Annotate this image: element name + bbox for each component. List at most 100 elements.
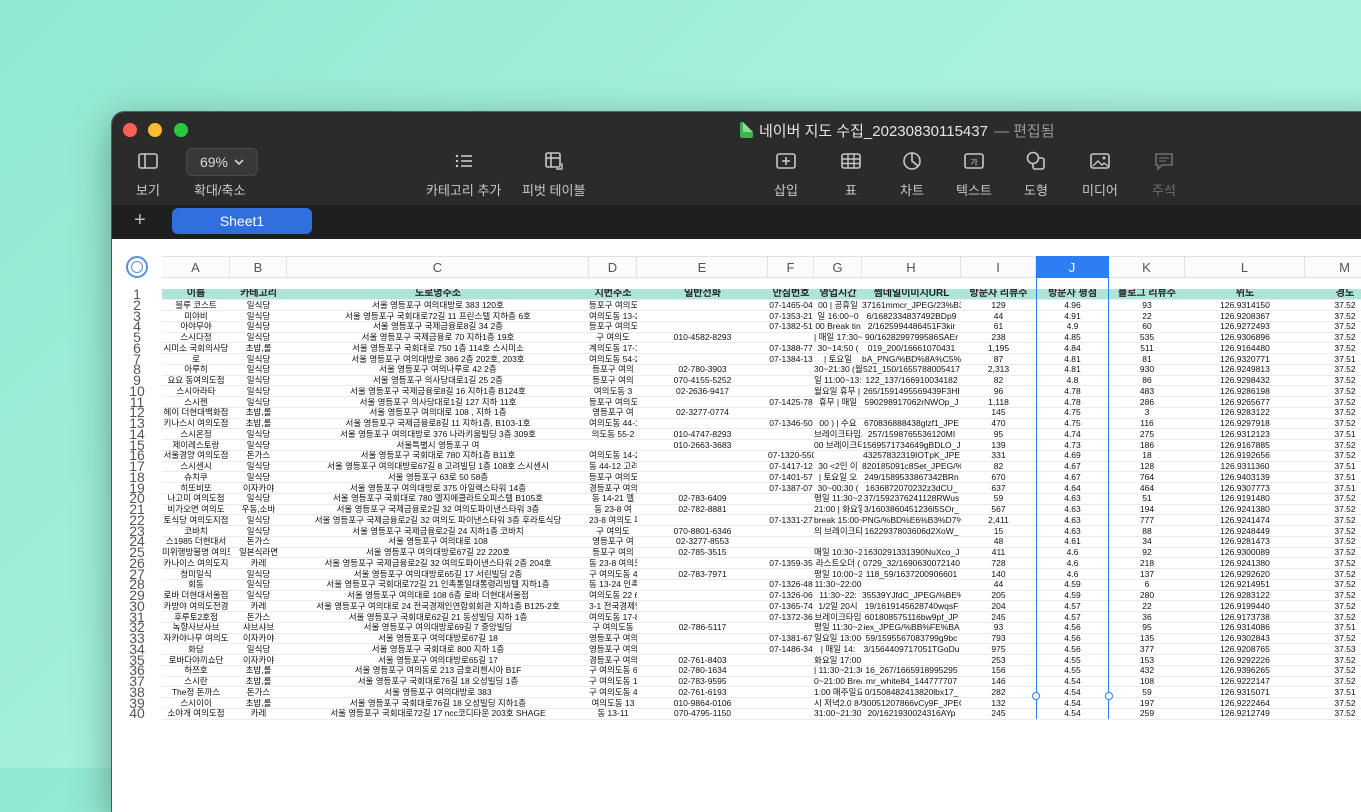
table-header-cell[interactable]: 이름 [162, 289, 230, 300]
table-cell[interactable]: 37.52 [1305, 397, 1361, 408]
table-cell[interactable]: 카레 [230, 601, 287, 612]
table-cell[interactable] [637, 461, 768, 472]
table-cell[interactable]: 스시젠 [162, 397, 230, 408]
table-cell[interactable]: 3/1603860451236l5SOr_ [862, 504, 961, 515]
table-cell[interactable]: 돈가스 [230, 612, 287, 623]
table-cell[interactable]: 일식당 [230, 579, 287, 590]
table-cell[interactable]: 126.9199440 [1185, 601, 1305, 612]
table-cell[interactable]: 동 44-12 고려빌딩 1층 108호 스시센시 [589, 461, 637, 472]
table-cell[interactable]: 126.9167885 [1185, 440, 1305, 451]
table-cell[interactable]: 1,118 [961, 397, 1036, 408]
table-cell[interactable]: 129 [961, 300, 1036, 311]
table-cell[interactable]: 764 [1109, 472, 1185, 483]
table-cell[interactable]: 51 [1109, 493, 1185, 504]
table-cell[interactable]: 126.9222464 [1185, 698, 1305, 709]
table-cell[interactable]: 93 [961, 622, 1036, 633]
table-cell[interactable] [768, 440, 814, 451]
table-cell[interactable]: 126.9208367 [1185, 311, 1305, 322]
table-cell[interactable]: 블루 코스트 [162, 300, 230, 311]
table-cell[interactable]: 59 [1109, 687, 1185, 698]
table-cell[interactable]: 일식당 [230, 515, 287, 526]
table-cell[interactable]: 37.52 [1305, 515, 1361, 526]
table-cell[interactable]: 95 [1109, 622, 1185, 633]
table-cell[interactable]: 1:00 매주일요일,공휴일휴 [814, 687, 862, 698]
table-cell[interactable]: 화요일 17:00~02:30 | 일요일 휴무 [814, 655, 862, 666]
table-cell[interactable]: mr_white84_144777707 [862, 676, 961, 687]
table-cell[interactable]: 37.51 [1305, 354, 1361, 365]
table-cell[interactable] [862, 579, 961, 590]
table-cell[interactable]: 여의도동 44-1 지하1층, B103-1호 [589, 418, 637, 429]
table-cell[interactable]: 1630291331390NuXco_J [862, 547, 961, 558]
table-cell[interactable]: 37.52 [1305, 633, 1361, 644]
table-cell[interactable]: 서울 영등포구 여의대방로 386 2층 202호, 203호 [287, 354, 589, 365]
table-cell[interactable]: 601808575116bw9pf_JP [862, 612, 961, 623]
table-cell[interactable]: 구 여의도동 6 [589, 665, 637, 676]
insert-button[interactable]: 삽입 [774, 150, 798, 199]
table-cell[interactable]: 후루토2호점 [162, 612, 230, 623]
table-cell[interactable]: 등포구 여의도동 36 지하 11호 [589, 397, 637, 408]
table-cell[interactable] [768, 364, 814, 375]
table-cell[interactable]: 126.9403139 [1185, 472, 1305, 483]
table-cell[interactable]: 서울 영등포구 여의대방로 375 아일렉스타워 14층 [287, 483, 589, 494]
table-cell[interactable] [768, 493, 814, 504]
table-cell[interactable]: 0729_32/1690630072140 [862, 558, 961, 569]
table-cell[interactable]: 동 13-24 인촉통일대통령리빙텔 지하1층 [589, 579, 637, 590]
table-cell[interactable]: 02-785-3515 [637, 547, 768, 558]
table-header-cell[interactable]: 지번주소 [589, 289, 637, 300]
table-cell[interactable]: 249/1589533867342BRn [862, 472, 961, 483]
table-cell[interactable]: 일식당 [230, 300, 287, 311]
table-cell[interactable]: 청미일식 [162, 569, 230, 580]
table-cell[interactable]: 서울 영등포구 국회대로76길 18 오성빌딩 1층 [287, 676, 589, 687]
table-cell[interactable]: 카나이스 여의도지 [162, 558, 230, 569]
table-cell[interactable]: 37.52 [1305, 407, 1361, 418]
table-cell[interactable]: 23-8 여의도 파이낸스타워 3층 후라토식당 [589, 515, 637, 526]
table-cell[interactable]: 59 [961, 493, 1036, 504]
table-cell[interactable]: The정 돈까스 [162, 687, 230, 698]
table-cell[interactable]: 일식당 [230, 429, 287, 440]
table-cell[interactable]: 등포구 여의도동 44-14 120호 [589, 300, 637, 311]
table-cell[interactable]: 스1985 더현대서 [162, 536, 230, 547]
table-cell[interactable]: 44 [961, 311, 1036, 322]
table-cell[interactable]: 205 [961, 590, 1036, 601]
table-cell[interactable]: 010-4582-8293 [637, 332, 768, 343]
table-cell[interactable]: 요요 동여의도점 [162, 375, 230, 386]
table-cell[interactable]: 스시이이 [162, 698, 230, 709]
media-button[interactable]: 미디어 [1082, 150, 1118, 199]
table-cell[interactable]: 20/1621930024316AYp [862, 708, 961, 719]
table-cell[interactable]: 계의도동 17-1 1층 114호 스시미소 [589, 343, 637, 354]
table-cell[interactable]: 331 [961, 450, 1036, 461]
table-cell[interactable]: 일 16:00~0 [814, 311, 862, 322]
table-cell[interactable]: 470 [961, 418, 1036, 429]
table-cell[interactable]: 이자카야 [230, 633, 287, 644]
table-cell[interactable] [768, 622, 814, 633]
column-header-a[interactable]: A [162, 256, 230, 278]
table-cell[interactable]: 37.51 [1305, 622, 1361, 633]
zoom-select[interactable]: 69% [186, 148, 258, 176]
table-cell[interactable] [637, 644, 768, 655]
table-cell[interactable]: 초밥,롤 [230, 343, 287, 354]
table-cell[interactable]: 37.52 [1305, 300, 1361, 311]
table-cell[interactable]: 070-4795-1150 [637, 708, 768, 719]
table-cell[interactable] [768, 386, 814, 397]
table-cell[interactable]: 의 브레이크타임 15:3 [814, 526, 862, 537]
table-cell[interactable] [637, 418, 768, 429]
table-cell[interactable]: 일식당 [230, 644, 287, 655]
table-cell[interactable]: 30 <2인 이 [814, 461, 862, 472]
table-cell[interactable]: 샤브샤브 [230, 622, 287, 633]
table-cell[interactable]: 07-1372-36 [768, 612, 814, 623]
table-cell[interactable] [637, 472, 768, 483]
table-cell[interactable]: 777 [1109, 515, 1185, 526]
table-cell[interactable] [768, 665, 814, 676]
table-cell[interactable]: 토식당 여의도지점 [162, 515, 230, 526]
table-cell[interactable]: 평일 11:30~22:00 | [814, 493, 862, 504]
table-cell[interactable]: 일식당 [230, 332, 287, 343]
table-cell[interactable]: 서울 영등포구 국제금융로2길 24 지하1층 코바치 [287, 526, 589, 537]
table-cell[interactable]: | 매일 17:30~22:00 17: [814, 332, 862, 343]
table-cell[interactable]: 서울 영등포구 여의대방로67길 18 [287, 633, 589, 644]
table-cell[interactable]: 녹향사브사브 [162, 622, 230, 633]
table-cell[interactable] [768, 547, 814, 558]
table-cell[interactable]: 90/1628299799586SAEr [862, 332, 961, 343]
table-cell[interactable]: 126.9192656 [1185, 450, 1305, 461]
table-cell[interactable]: 126.9281473 [1185, 536, 1305, 547]
table-cell[interactable]: 07-1346-50 [768, 418, 814, 429]
